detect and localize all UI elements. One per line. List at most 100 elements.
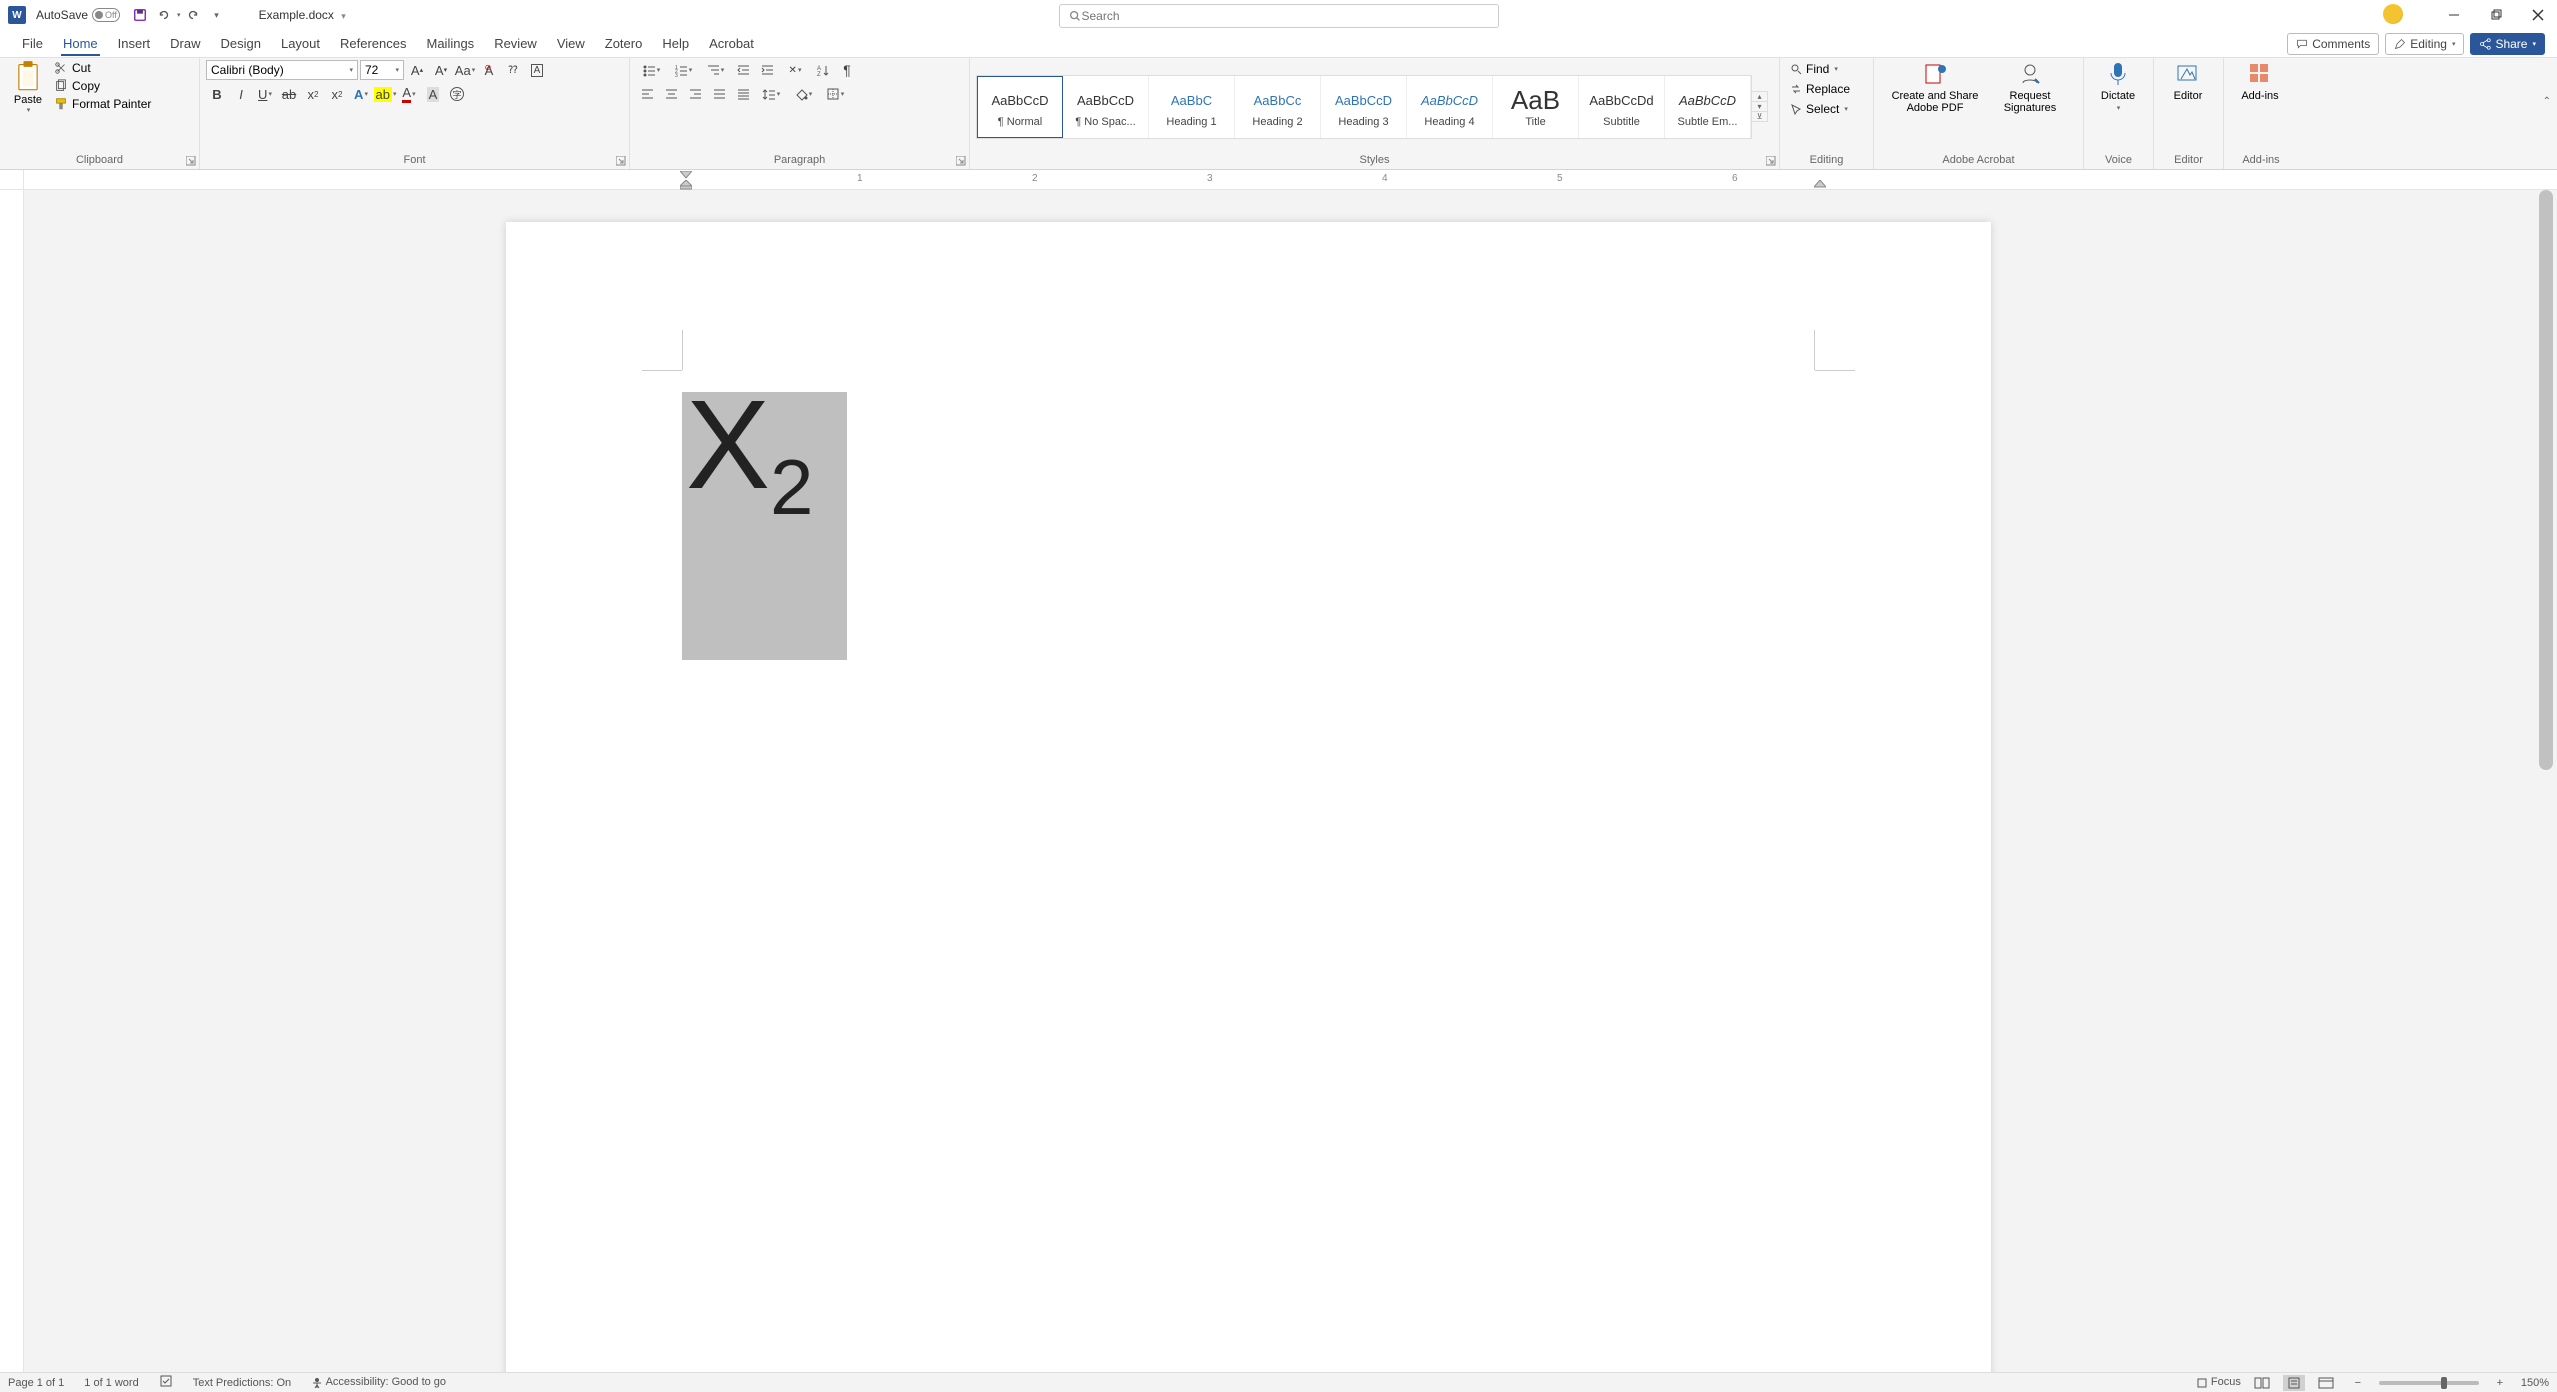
focus-mode-button[interactable]: Focus — [2196, 1376, 2241, 1388]
bold-button[interactable]: B — [206, 84, 228, 104]
shrink-font-button[interactable]: A▾ — [430, 60, 452, 80]
style-item[interactable]: AaBbCcD¶ No Spac... — [1063, 76, 1149, 138]
sort-button[interactable]: AZ — [812, 60, 834, 80]
distributed-button[interactable] — [732, 84, 754, 104]
collapse-ribbon-button[interactable]: ⌃ — [2543, 96, 2551, 107]
text-effects-button[interactable]: A▾ — [350, 84, 372, 104]
change-case-button[interactable]: Aa▾ — [454, 60, 476, 80]
tab-file[interactable]: File — [12, 32, 53, 55]
bullets-button[interactable]: ▾ — [636, 60, 666, 80]
styles-scroll-down[interactable]: ▾ — [1752, 102, 1767, 112]
search-input[interactable] — [1082, 9, 1490, 23]
zoom-in-button[interactable]: + — [2489, 1375, 2511, 1391]
tab-draw[interactable]: Draw — [160, 32, 210, 55]
styles-scroll-up[interactable]: ▴ — [1752, 92, 1767, 102]
line-spacing-button[interactable]: ▾ — [756, 84, 786, 104]
close-button[interactable] — [2527, 4, 2549, 26]
undo-dropdown-icon[interactable]: ▾ — [177, 11, 181, 19]
superscript-button[interactable]: x2 — [326, 84, 348, 104]
show-hide-button[interactable]: ¶ — [836, 60, 858, 80]
strikethrough-button[interactable]: ab — [278, 84, 300, 104]
word-count[interactable]: 1 of 1 word — [84, 1377, 138, 1389]
align-right-button[interactable] — [684, 84, 706, 104]
share-button[interactable]: Share ▾ — [2470, 33, 2545, 55]
zoom-slider-thumb[interactable] — [2441, 1377, 2447, 1389]
print-layout-button[interactable] — [2283, 1375, 2305, 1391]
style-item[interactable]: AaBbCcDHeading 4 — [1407, 76, 1493, 138]
style-item[interactable]: AaBbCHeading 1 — [1149, 76, 1235, 138]
character-shading-button[interactable]: A — [422, 84, 444, 104]
tab-review[interactable]: Review — [484, 32, 547, 55]
numbering-button[interactable]: 123▾ — [668, 60, 698, 80]
multilevel-list-button[interactable]: ▾ — [700, 60, 730, 80]
comments-button[interactable]: Comments — [2287, 33, 2379, 55]
editor-button[interactable]: Editor — [2160, 60, 2216, 102]
format-painter-button[interactable]: Format Painter — [52, 96, 153, 112]
horizontal-ruler[interactable]: 123456 — [0, 170, 2557, 190]
editing-mode-button[interactable]: Editing ▾ — [2385, 33, 2464, 55]
zoom-out-button[interactable]: − — [2347, 1375, 2369, 1391]
create-share-pdf-button[interactable]: Create and Share Adobe PDF — [1880, 60, 1990, 114]
styles-expand[interactable]: ⊻ — [1752, 112, 1767, 121]
style-item[interactable]: AaBbCcDdSubtitle — [1579, 76, 1665, 138]
toggle-switch[interactable]: Off — [92, 8, 120, 22]
styles-dialog-launcher[interactable] — [1766, 156, 1776, 166]
italic-button[interactable]: I — [230, 84, 252, 104]
tab-view[interactable]: View — [547, 32, 595, 55]
document-page[interactable]: X2 — [506, 222, 1991, 1372]
user-avatar[interactable] — [2383, 4, 2403, 24]
restore-button[interactable] — [2485, 4, 2507, 26]
find-button[interactable]: Find▾ — [1786, 60, 1854, 78]
justify-button[interactable] — [708, 84, 730, 104]
document-text[interactable]: X2 — [686, 382, 814, 526]
dictate-button[interactable]: Dictate ▾ — [2090, 60, 2146, 112]
styles-gallery[interactable]: AaBbCcD¶ NormalAaBbCcD¶ No Spac...AaBbCH… — [976, 75, 1752, 139]
tab-references[interactable]: References — [330, 32, 416, 55]
font-name-combo[interactable]: Calibri (Body)▾ — [206, 60, 358, 80]
replace-button[interactable]: Replace — [1786, 80, 1854, 98]
style-item[interactable]: AaBbCcHeading 2 — [1235, 76, 1321, 138]
paste-button[interactable]: Paste ▾ — [6, 60, 50, 114]
tab-insert[interactable]: Insert — [108, 32, 161, 55]
text-predictions-status[interactable]: Text Predictions: On — [193, 1377, 291, 1389]
zoom-level[interactable]: 150% — [2521, 1377, 2549, 1389]
clipboard-dialog-launcher[interactable] — [186, 156, 196, 166]
shading-button[interactable]: ▾ — [788, 84, 818, 104]
spell-check-icon[interactable] — [159, 1374, 173, 1391]
copy-button[interactable]: Copy — [52, 78, 153, 94]
select-button[interactable]: Select▾ — [1786, 100, 1854, 118]
font-size-combo[interactable]: 72▾ — [360, 60, 404, 80]
cut-button[interactable]: Cut — [52, 60, 153, 76]
vertical-scrollbar[interactable] — [2539, 190, 2555, 1372]
font-color-button[interactable]: A▾ — [398, 84, 420, 104]
phonetic-guide-button[interactable]: ⁇ — [502, 60, 524, 80]
zoom-slider[interactable] — [2379, 1381, 2479, 1385]
style-item[interactable]: AaBbCcDSubtle Em... — [1665, 76, 1751, 138]
paragraph-dialog-launcher[interactable] — [956, 156, 966, 166]
style-item[interactable]: AaBTitle — [1493, 76, 1579, 138]
page-count[interactable]: Page 1 of 1 — [8, 1377, 64, 1389]
subscript-button[interactable]: x2 — [302, 84, 324, 104]
accessibility-status[interactable]: Accessibility: Good to go — [311, 1376, 446, 1388]
read-mode-button[interactable] — [2251, 1375, 2273, 1391]
borders-button[interactable]: ▾ — [820, 84, 850, 104]
vertical-ruler[interactable] — [0, 190, 24, 1372]
request-signatures-button[interactable]: Request Signatures — [1990, 60, 2070, 114]
scrollbar-thumb[interactable] — [2539, 190, 2553, 770]
undo-button[interactable] — [154, 5, 174, 25]
character-border-button[interactable]: A — [526, 60, 548, 80]
style-item[interactable]: AaBbCcD¶ Normal — [977, 76, 1063, 138]
document-name[interactable]: Example.docx ▾ — [259, 8, 346, 22]
qat-customize-button[interactable]: ▾ — [207, 5, 227, 25]
underline-button[interactable]: U▾ — [254, 84, 276, 104]
tab-home[interactable]: Home — [53, 32, 108, 55]
tab-mailings[interactable]: Mailings — [417, 32, 485, 55]
enclose-characters-button[interactable]: 字 — [446, 84, 468, 104]
tab-layout[interactable]: Layout — [271, 32, 330, 55]
tab-acrobat[interactable]: Acrobat — [699, 32, 764, 55]
decrease-indent-button[interactable] — [732, 60, 754, 80]
align-left-button[interactable] — [636, 84, 658, 104]
tab-help[interactable]: Help — [652, 32, 699, 55]
asian-layout-button[interactable]: ✕▾ — [780, 60, 810, 80]
save-button[interactable] — [130, 5, 150, 25]
